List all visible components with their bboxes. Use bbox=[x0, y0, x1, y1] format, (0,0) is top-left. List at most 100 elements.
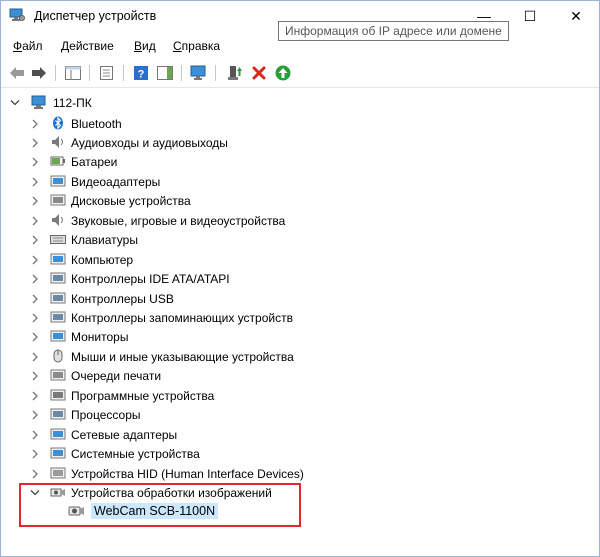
forward-button[interactable] bbox=[29, 63, 49, 83]
processor-icon bbox=[50, 408, 66, 420]
chevron-right-icon[interactable] bbox=[30, 352, 40, 362]
svg-text:?: ? bbox=[138, 69, 145, 81]
computer-icon bbox=[31, 95, 46, 109]
hid-icon bbox=[50, 467, 66, 479]
show-hide-tree-icon bbox=[65, 66, 81, 80]
print-queue-icon bbox=[50, 369, 66, 381]
show-hide-tree-button[interactable] bbox=[63, 63, 83, 83]
tree-category[interactable]: Клавиатуры bbox=[1, 230, 561, 249]
properties-button[interactable] bbox=[97, 63, 117, 83]
tree-root[interactable]: 112-ПК bbox=[1, 93, 561, 112]
tree-category[interactable]: Программные устройства bbox=[1, 386, 561, 405]
action-pane-icon bbox=[157, 66, 173, 80]
menu-action[interactable]: Действие bbox=[61, 39, 114, 53]
chevron-right-icon[interactable] bbox=[30, 216, 40, 226]
chevron-right-icon[interactable] bbox=[30, 274, 40, 284]
window-title: Диспетчер устройств bbox=[34, 9, 157, 23]
tree-category[interactable]: Очереди печати bbox=[1, 366, 561, 385]
chevron-right-icon[interactable] bbox=[30, 430, 40, 440]
maximize-icon: ☐ bbox=[523, 7, 537, 24]
tree-category-label: Батареи bbox=[71, 155, 118, 170]
tree-category-label: Контроллеры запоминающих устройств bbox=[71, 311, 293, 325]
back-button[interactable] bbox=[7, 63, 27, 83]
tree-category[interactable]: Bluetooth bbox=[1, 114, 561, 133]
tree-category-label: Контроллеры USB bbox=[71, 291, 174, 306]
tree-category[interactable]: Контроллеры запоминающих устройств bbox=[1, 308, 561, 327]
forward-arrow-icon bbox=[32, 67, 46, 79]
action-pane-button[interactable] bbox=[155, 63, 175, 83]
close-button[interactable]: ✕ bbox=[553, 1, 599, 31]
chevron-down-icon[interactable] bbox=[10, 98, 20, 108]
tree-category-label: Bluetooth bbox=[71, 116, 122, 131]
chevron-right-icon[interactable] bbox=[30, 119, 40, 129]
tree-category[interactable]: Мыши и иные указывающие устройства bbox=[1, 347, 561, 366]
tree-category[interactable]: Сетевые адаптеры bbox=[1, 425, 561, 444]
tree-category-label: Аудиовходы и аудиовыходы bbox=[71, 135, 228, 150]
chevron-right-icon[interactable] bbox=[30, 235, 40, 245]
chevron-right-icon[interactable] bbox=[30, 313, 40, 323]
help-button[interactable]: ? bbox=[131, 63, 151, 83]
menu-help[interactable]: Справка bbox=[173, 39, 220, 53]
device-manager-app-icon bbox=[9, 8, 25, 21]
chevron-right-icon[interactable] bbox=[30, 294, 40, 304]
tree-category[interactable]: Батареи bbox=[1, 152, 561, 171]
chevron-right-icon[interactable] bbox=[30, 177, 40, 187]
tree-category-label: Сетевые адаптеры bbox=[71, 427, 178, 442]
tree-category[interactable]: Звуковые, игровые и видеоустройства bbox=[1, 211, 561, 230]
chevron-right-icon[interactable] bbox=[30, 371, 40, 381]
tree-category-label: Процессоры bbox=[71, 408, 141, 423]
toolbar: ? bbox=[1, 59, 599, 88]
storage-controller-icon bbox=[50, 311, 66, 323]
tree-category[interactable]: Контроллеры IDE ATA/ATAPI bbox=[1, 269, 561, 288]
chevron-right-icon[interactable] bbox=[30, 332, 40, 342]
toolbar-separator bbox=[215, 65, 216, 81]
uninstall-icon bbox=[252, 66, 266, 80]
chevron-right-icon[interactable] bbox=[30, 410, 40, 420]
tree-category-label: Очереди печати bbox=[71, 369, 162, 384]
tree-category[interactable]: Контроллеры USB bbox=[1, 289, 561, 308]
battery-icon bbox=[50, 156, 65, 166]
usb-controller-icon bbox=[50, 292, 66, 304]
uninstall-device-button[interactable] bbox=[249, 63, 269, 83]
back-arrow-icon bbox=[10, 67, 24, 79]
tree-category[interactable]: Аудиовходы и аудиовыходы bbox=[1, 133, 561, 152]
chevron-right-icon[interactable] bbox=[30, 157, 40, 167]
tree-category[interactable]: Устройства HID (Human Interface Devices) bbox=[1, 464, 561, 483]
tree-root-label: 112-ПК bbox=[53, 96, 92, 110]
help-icon: ? bbox=[134, 66, 148, 81]
tree-category[interactable]: Мониторы bbox=[1, 327, 561, 346]
network-adapter-icon bbox=[50, 428, 66, 440]
tree-category-label: Звуковые, игровые и видеоустройства bbox=[71, 213, 286, 228]
chevron-right-icon[interactable] bbox=[30, 138, 40, 148]
computer-icon bbox=[50, 253, 66, 265]
tree-category[interactable]: Дисковые устройства bbox=[1, 191, 561, 210]
audio-io-icon bbox=[52, 135, 63, 148]
enable-device-icon bbox=[275, 65, 291, 81]
monitor-icon bbox=[50, 330, 66, 342]
chevron-right-icon[interactable] bbox=[30, 196, 40, 206]
tree-category-label: Мыши и иные указывающие устройства bbox=[71, 349, 294, 364]
tree-category-label: Контроллеры IDE ATA/ATAPI bbox=[71, 272, 230, 287]
tree-category[interactable]: Компьютер bbox=[1, 250, 561, 269]
tree-category-label: Мониторы bbox=[71, 330, 129, 345]
tree-category[interactable]: Процессоры bbox=[1, 405, 561, 424]
tree-category[interactable]: Видеоадаптеры bbox=[1, 172, 561, 191]
maximize-button[interactable]: ☐ bbox=[507, 1, 553, 31]
display-adapter-icon bbox=[50, 175, 66, 187]
tree-category-label: Клавиатуры bbox=[71, 233, 138, 248]
menu-file[interactable]: Файл bbox=[13, 39, 43, 53]
menu-view[interactable]: Вид bbox=[134, 39, 156, 53]
chevron-right-icon[interactable] bbox=[30, 255, 40, 265]
scan-hardware-button[interactable] bbox=[189, 63, 209, 83]
chevron-right-icon[interactable] bbox=[30, 391, 40, 401]
tree-category[interactable]: Системные устройства bbox=[1, 444, 561, 463]
update-driver-button[interactable] bbox=[225, 63, 245, 83]
chevron-right-icon[interactable] bbox=[30, 469, 40, 479]
software-device-icon bbox=[50, 389, 66, 401]
update-driver-icon bbox=[228, 66, 242, 80]
enable-device-button[interactable] bbox=[273, 63, 293, 83]
tree-category-label: Дисковые устройства bbox=[71, 194, 191, 209]
tree-category-label: Системные устройства bbox=[71, 447, 200, 462]
chevron-right-icon[interactable] bbox=[30, 449, 40, 459]
tree-category-label: Видеоадаптеры bbox=[71, 174, 161, 189]
